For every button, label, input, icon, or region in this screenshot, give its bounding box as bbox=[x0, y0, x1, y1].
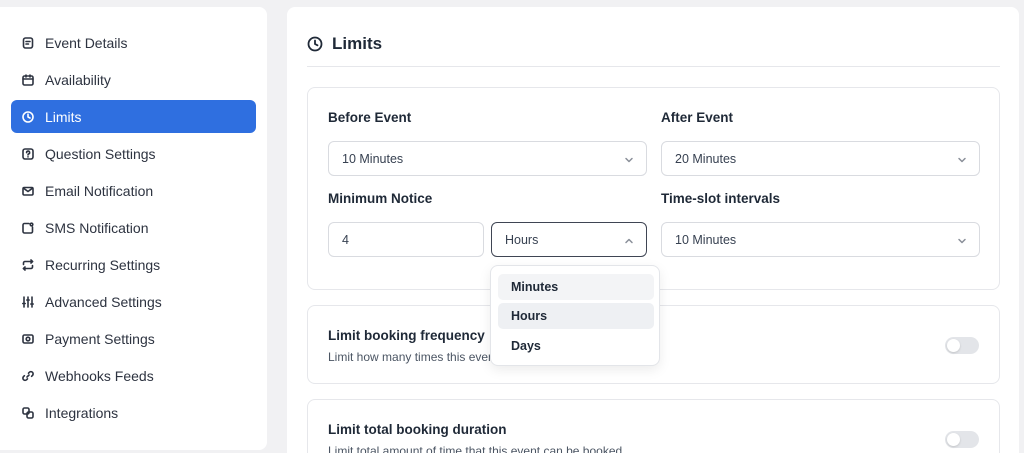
notice-unit-value: Hours bbox=[505, 232, 539, 247]
sliders-icon bbox=[21, 295, 35, 309]
repeat-icon bbox=[21, 258, 35, 272]
booking-duration-card: Limit total booking duration Limit total… bbox=[307, 399, 1000, 453]
sidebar-item-availability[interactable]: Availability bbox=[11, 63, 256, 96]
notice-unit-dropdown: Minutes Hours Days bbox=[490, 265, 660, 366]
dropdown-option-days[interactable]: Days bbox=[498, 333, 654, 359]
document-icon bbox=[21, 36, 35, 50]
minimum-notice-input[interactable]: 4 bbox=[328, 222, 484, 257]
link-icon bbox=[21, 369, 35, 383]
sidebar-item-label: Advanced Settings bbox=[45, 293, 162, 310]
notice-unit-select[interactable]: Hours bbox=[491, 222, 647, 257]
booking-frequency-toggle[interactable] bbox=[945, 337, 979, 354]
sidebar-item-label: Integrations bbox=[45, 404, 119, 421]
sidebar-item-webhooks-feeds[interactable]: Webhooks Feeds bbox=[11, 359, 256, 392]
chevron-down-icon bbox=[957, 235, 967, 245]
booking-duration-title: Limit total booking duration bbox=[328, 422, 507, 437]
sidebar-item-label: SMS Notification bbox=[45, 219, 149, 236]
sidebar-item-label: Webhooks Feeds bbox=[45, 367, 154, 384]
before-event-label: Before Event bbox=[328, 110, 412, 125]
mail-icon bbox=[21, 184, 35, 198]
minimum-notice-label: Minimum Notice bbox=[328, 191, 433, 206]
sidebar-item-label: Recurring Settings bbox=[45, 256, 161, 273]
after-event-value: 20 Minutes bbox=[675, 151, 737, 166]
dropdown-option-hours[interactable]: Hours bbox=[498, 303, 654, 329]
toggle-knob bbox=[947, 339, 960, 352]
minimum-notice-value: 4 bbox=[342, 232, 349, 247]
sms-icon bbox=[21, 221, 35, 235]
after-event-label: After Event bbox=[661, 110, 734, 125]
sidebar-item-label: Limits bbox=[45, 108, 82, 125]
before-event-select[interactable]: 10 Minutes bbox=[328, 141, 647, 176]
integrations-icon bbox=[21, 406, 35, 420]
toggle-knob bbox=[947, 433, 960, 446]
sidebar-item-label: Payment Settings bbox=[45, 330, 155, 347]
sidebar-item-event-details[interactable]: Event Details bbox=[11, 26, 256, 59]
main-panel: Limits Before Event 10 Minutes After Eve… bbox=[287, 7, 1019, 453]
booking-duration-toggle[interactable] bbox=[945, 431, 979, 448]
chevron-down-icon bbox=[624, 154, 634, 164]
divider bbox=[307, 66, 1000, 67]
payment-icon bbox=[21, 332, 35, 346]
dropdown-option-minutes[interactable]: Minutes bbox=[498, 274, 654, 300]
clock-icon bbox=[307, 36, 323, 52]
chevron-down-icon bbox=[957, 154, 967, 164]
time-slot-intervals-label: Time-slot intervals bbox=[661, 191, 781, 206]
sidebar-item-email-notification[interactable]: Email Notification bbox=[11, 174, 256, 207]
sidebar-item-recurring-settings[interactable]: Recurring Settings bbox=[11, 248, 256, 281]
sidebar-item-payment-settings[interactable]: Payment Settings bbox=[11, 322, 256, 355]
booking-duration-description: Limit total amount of time that this eve… bbox=[328, 444, 623, 453]
sidebar-item-question-settings[interactable]: Question Settings bbox=[11, 137, 256, 170]
clock-icon bbox=[21, 110, 35, 124]
page-title: Limits bbox=[307, 34, 382, 54]
sidebar-item-advanced-settings[interactable]: Advanced Settings bbox=[11, 285, 256, 318]
before-event-value: 10 Minutes bbox=[342, 151, 404, 166]
after-event-select[interactable]: 20 Minutes bbox=[661, 141, 980, 176]
sidebar: Event Details Availability Limits Questi… bbox=[0, 7, 267, 450]
sidebar-item-integrations[interactable]: Integrations bbox=[11, 396, 256, 429]
time-slot-intervals-select[interactable]: 10 Minutes bbox=[661, 222, 980, 257]
sidebar-item-label: Email Notification bbox=[45, 182, 154, 199]
page-title-text: Limits bbox=[332, 34, 383, 53]
sidebar-item-label: Availability bbox=[45, 71, 111, 88]
sidebar-item-sms-notification[interactable]: SMS Notification bbox=[11, 211, 256, 244]
buffer-settings-card: Before Event 10 Minutes After Event 20 M… bbox=[307, 87, 1000, 290]
sidebar-item-label: Event Details bbox=[45, 34, 128, 51]
calendar-icon bbox=[21, 73, 35, 87]
question-icon bbox=[21, 147, 35, 161]
time-slot-intervals-value: 10 Minutes bbox=[675, 232, 737, 247]
sidebar-item-limits[interactable]: Limits bbox=[11, 100, 256, 133]
booking-frequency-title: Limit booking frequency bbox=[328, 328, 485, 343]
sidebar-item-label: Question Settings bbox=[45, 145, 156, 162]
booking-frequency-description: Limit how many times this even bbox=[328, 350, 495, 364]
chevron-up-icon bbox=[624, 235, 634, 245]
